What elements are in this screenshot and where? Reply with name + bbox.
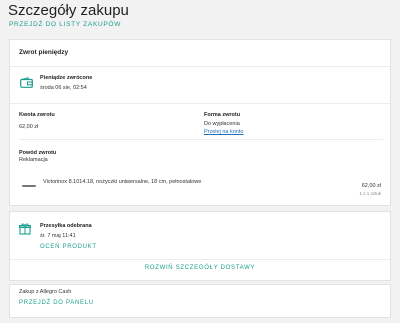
product-thumbnail[interactable] <box>22 185 36 187</box>
refund-status-date: środa 06 sie, 02:54 <box>40 85 87 91</box>
delivery-status-label: Przesyłka odebrana <box>40 223 92 229</box>
refund-amount-value: 62,00 zł <box>19 124 39 130</box>
rate-product-link[interactable]: OCEŃ PRODUKT <box>40 244 97 250</box>
expand-delivery-details-link[interactable]: ROZWIŃ SZCZEGÓŁY DOSTAWY <box>10 265 390 271</box>
go-to-panel-link[interactable]: PRZEJDŹ DO PANELU <box>19 300 94 306</box>
refund-status-label: Pieniądze zwrócone <box>40 75 93 81</box>
refund-card: Zwrot pieniędzy Pieniądze zwrócone środa… <box>9 39 391 206</box>
refund-method-value: Do wypłacenia <box>204 121 240 127</box>
product-name[interactable]: Victorinox 8.1014.18, nożyczki uniwersal… <box>43 179 201 185</box>
refund-reason-value: Reklamacja <box>19 157 48 163</box>
refund-amount-label: Kwota zwrotu <box>19 112 55 118</box>
wallet-icon <box>20 75 33 93</box>
back-to-list-link[interactable]: PRZEJDŹ DO LISTY ZAKUPÓW <box>9 21 121 28</box>
divider <box>19 139 383 140</box>
product-price: 62,00 zł <box>361 183 381 189</box>
payment-card: Zakup z Allegro Cash PRZEJDŹ DO PANELU <box>9 284 391 318</box>
divider <box>10 259 390 260</box>
divider <box>10 66 390 67</box>
delivery-status-date: śr. 7 maj 11:41 <box>40 233 76 239</box>
divider <box>10 103 390 104</box>
page-title: Szczegóły zakupu <box>8 2 129 19</box>
delivery-card: Przesyłka odebrana śr. 7 maj 11:41 OCEŃ … <box>9 211 391 281</box>
refund-section-title: Zwrot pieniędzy <box>19 49 69 56</box>
gift-icon <box>19 222 31 240</box>
product-quantity: 1 x 1 sztuk <box>359 191 381 196</box>
refund-reason-label: Powód zwrotu <box>19 150 57 156</box>
refund-method-label: Forma zwrotu <box>204 112 241 118</box>
payment-method-label: Zakup z Allegro Cash <box>19 289 72 295</box>
transfer-to-account-link[interactable]: Przelej na konto <box>204 129 243 135</box>
